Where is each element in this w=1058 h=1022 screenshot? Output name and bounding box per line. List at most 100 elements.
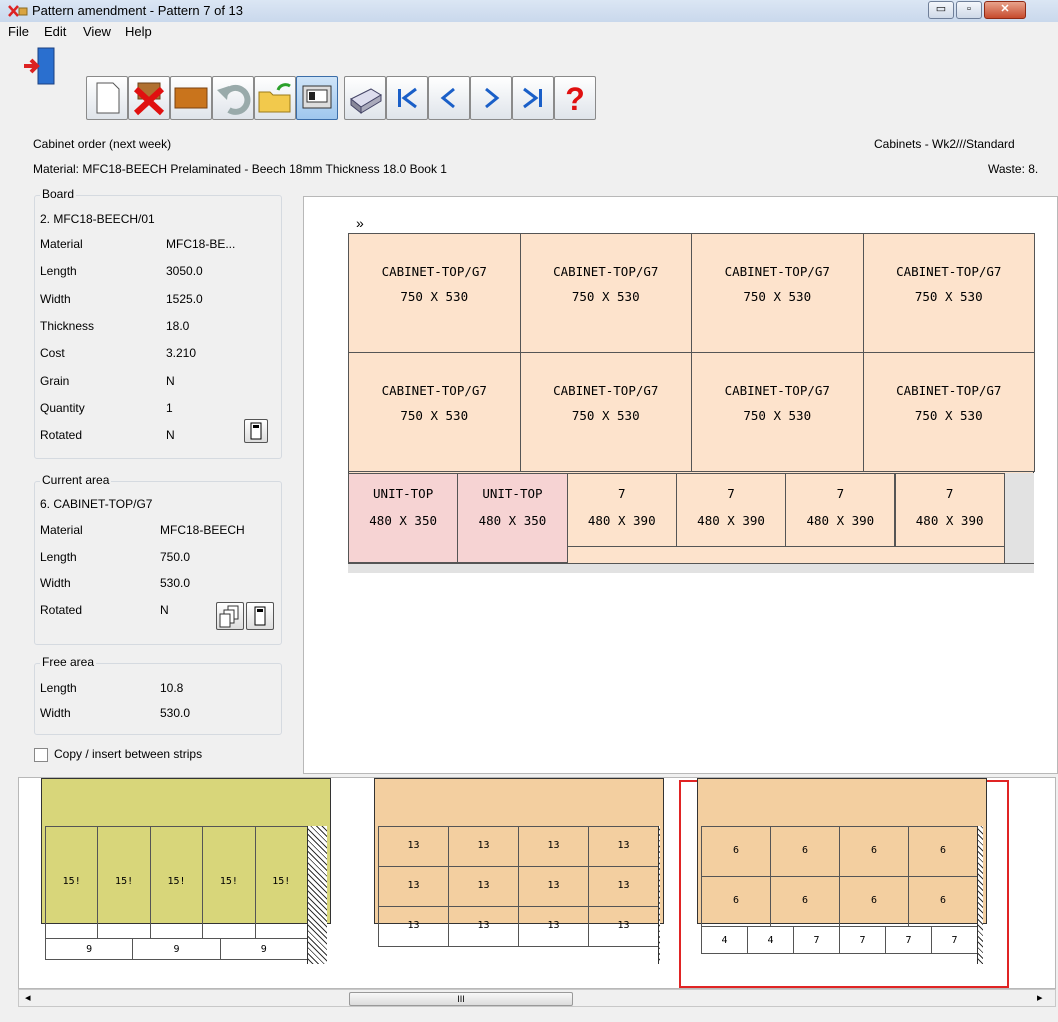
thumbnail-part[interactable]: 13: [588, 826, 659, 867]
board-button[interactable]: [170, 76, 212, 120]
part-cell[interactable]: CABINET-TOP/G7 750 X 530: [691, 233, 864, 353]
thumbnail-part[interactable]: 4: [747, 926, 794, 954]
thumbnail-part[interactable]: 6: [770, 826, 840, 877]
thumbnail-part[interactable]: 13: [518, 866, 589, 907]
part-cell[interactable]: UNIT-TOP 480 X 350: [348, 473, 459, 563]
copy-part-button[interactable]: [216, 602, 244, 630]
part-size: 750 X 530: [743, 289, 812, 304]
menu-help[interactable]: Help: [125, 24, 152, 39]
first-button[interactable]: [386, 76, 428, 120]
thumbnail-waste: [307, 826, 327, 964]
scroll-left-icon[interactable]: ◂: [25, 991, 31, 1004]
part-size: 750 X 530: [743, 408, 812, 423]
current-area-id: 6. CABINET-TOP/G7: [40, 497, 153, 511]
part-cell[interactable]: 7 480 X 390: [566, 473, 677, 547]
part-cell[interactable]: 7 480 X 390: [785, 473, 896, 547]
part-cell[interactable]: CABINET-TOP/G7 750 X 530: [348, 352, 521, 472]
part-size: 750 X 530: [914, 289, 983, 304]
help-button[interactable]: ?: [554, 76, 596, 120]
thumbnail-part[interactable]: 13: [588, 866, 659, 907]
thumbnail-part[interactable]: 15!: [97, 826, 151, 939]
board-icon: [174, 87, 208, 109]
delete-board-button[interactable]: [128, 76, 170, 120]
thumbnail-part[interactable]: 6: [701, 826, 771, 877]
copy-icon: [219, 605, 239, 628]
minimize-button[interactable]: ▭: [928, 1, 954, 19]
part-cell[interactable]: 7 480 X 390: [894, 473, 1005, 547]
thumbnail-part[interactable]: 13: [378, 826, 449, 867]
thumbnail-part[interactable]: 4: [701, 926, 748, 954]
field-value: MFC18-BEECH: [160, 523, 245, 537]
thumbnail-part[interactable]: 15!: [149, 826, 204, 939]
thumbnail-part[interactable]: 13: [518, 826, 589, 867]
thumbnail-part[interactable]: 7: [931, 926, 978, 954]
thumbnail-part[interactable]: 13: [448, 866, 519, 907]
menu-view[interactable]: View: [83, 24, 111, 39]
area-details-button[interactable]: [246, 602, 274, 630]
thumbnail-part[interactable]: 6: [770, 876, 840, 927]
exit-icon: [24, 47, 55, 85]
thumbnail-part[interactable]: 15!: [45, 826, 99, 939]
thumbnail-part[interactable]: 6: [908, 826, 978, 877]
thumbnail-part[interactable]: 7: [839, 926, 886, 954]
part-cell[interactable]: CABINET-TOP/G7 750 X 530: [519, 352, 692, 472]
scroll-thumb[interactable]: III: [349, 992, 573, 1006]
part-cell[interactable]: CABINET-TOP/G7 750 X 530: [691, 352, 864, 472]
thumbnail-waste: [658, 826, 660, 964]
next-button[interactable]: [470, 76, 512, 120]
thumbnail-part[interactable]: 13: [378, 866, 449, 907]
thumbnail-waste: [977, 826, 983, 964]
part-cell[interactable]: CABINET-TOP/G7 750 X 530: [862, 233, 1035, 353]
layout-view-button[interactable]: [296, 76, 338, 120]
thumbnail-part[interactable]: 13: [518, 906, 589, 947]
menu-file[interactable]: File: [8, 24, 29, 39]
board-details-button[interactable]: [244, 419, 268, 443]
thumbnail-part[interactable]: 7: [885, 926, 932, 954]
part-cell[interactable]: CABINET-TOP/G7 750 X 530: [348, 233, 521, 353]
current-area-label: Current area: [40, 473, 112, 487]
thumbnail-part[interactable]: 15!: [202, 826, 256, 939]
part-cell[interactable]: CABINET-TOP/G7 750 X 530: [519, 233, 692, 353]
thumbnail-part[interactable]: 7: [793, 926, 840, 954]
undo-button[interactable]: [212, 76, 254, 120]
title-bar[interactable]: Pattern amendment - Pattern 7 of 13 ▭ ▫ …: [0, 0, 1058, 23]
thumbnail-part[interactable]: 13: [588, 906, 659, 947]
part-cell[interactable]: 7 480 X 390: [675, 473, 787, 547]
print-button[interactable]: [344, 76, 386, 120]
horizontal-scrollbar[interactable]: ◂ III ▸: [18, 989, 1056, 1007]
thumbnail-part[interactable]: 9: [45, 938, 134, 960]
maximize-button[interactable]: ▫: [956, 1, 982, 19]
previous-icon: [440, 87, 455, 109]
previous-button[interactable]: [428, 76, 470, 120]
scroll-right-icon[interactable]: ▸: [1037, 991, 1043, 1004]
part-cell[interactable]: UNIT-TOP 480 X 350: [457, 473, 568, 563]
field-value: N: [166, 373, 175, 388]
open-button[interactable]: [254, 76, 296, 120]
thumbnail-part[interactable]: 9: [219, 938, 308, 960]
last-icon: [523, 87, 542, 109]
thumbnail-part[interactable]: 6: [908, 876, 978, 927]
pattern-canvas[interactable]: » CABINET-TOP/G7 750 X 530 CABINET-TOP/G7 7…: [303, 196, 1058, 774]
last-button[interactable]: [512, 76, 554, 120]
field-label: Grain: [40, 373, 70, 388]
field-value: 10.8: [160, 681, 184, 695]
thumbnail-part[interactable]: 13: [378, 906, 449, 947]
thumbnail-part[interactable]: 6: [701, 876, 771, 927]
part-name: 7: [836, 486, 845, 501]
thumbnail-part[interactable]: 9: [132, 938, 221, 960]
part-size: 480 X 390: [697, 513, 765, 528]
exit-button[interactable]: [20, 44, 62, 88]
thumbnail-part[interactable]: 13: [448, 906, 519, 947]
board-id: 2. MFC18-BEECH/01: [40, 212, 155, 226]
close-button[interactable]: ✕: [984, 1, 1026, 19]
field-value: 18.0: [166, 318, 190, 333]
copy-insert-checkbox[interactable]: [34, 748, 48, 762]
thumbnail-part[interactable]: 6: [839, 876, 909, 927]
part-cell[interactable]: CABINET-TOP/G7 750 X 530: [862, 352, 1035, 472]
menu-edit[interactable]: Edit: [44, 24, 66, 39]
new-button[interactable]: [86, 76, 128, 120]
new-page-icon: [96, 82, 120, 114]
thumbnail-part[interactable]: 6: [839, 826, 909, 877]
thumbnail-part[interactable]: 13: [448, 826, 519, 867]
thumbnail-part[interactable]: 15!: [254, 826, 308, 939]
